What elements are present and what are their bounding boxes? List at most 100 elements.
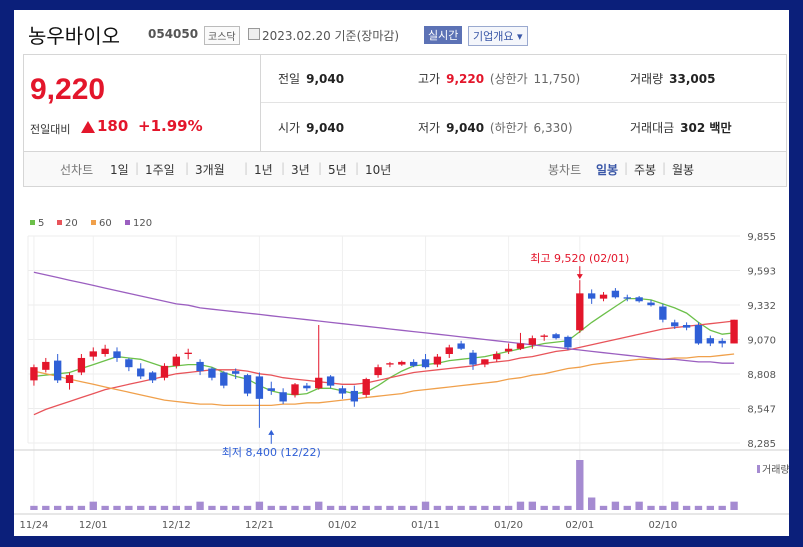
candle-body: [350, 390, 359, 402]
period-1d[interactable]: 1일: [110, 161, 129, 178]
volume-bar: [125, 505, 133, 510]
divider: |: [662, 161, 667, 175]
candle-weekly[interactable]: 주봉: [634, 161, 656, 178]
volume-bar: [682, 505, 691, 510]
row-divider: [261, 102, 786, 103]
candle-body: [113, 351, 121, 358]
open-value: 9,040: [306, 121, 345, 135]
period-1w[interactable]: 1주일: [145, 161, 175, 178]
candle-body: [30, 367, 38, 381]
period-1y[interactable]: 1년: [254, 161, 273, 178]
candle-body: [148, 372, 157, 381]
volume-bar: [137, 505, 145, 510]
candle-body: [718, 340, 726, 344]
high-annotation: 최고 9,520 (02/01): [530, 252, 629, 265]
volume-bar: [552, 505, 560, 510]
candle-chart-label: 봉차트: [548, 163, 582, 177]
candle-body: [623, 297, 631, 299]
volume-bar: [65, 505, 74, 510]
volume-bar: [350, 505, 359, 510]
period-5y[interactable]: 5년: [328, 161, 347, 178]
upper-limit-value: 11,750): [533, 72, 581, 86]
candle-body: [398, 361, 406, 365]
ma-line-5: [33, 297, 735, 396]
volume-bar: [587, 497, 596, 510]
volume-bar: [267, 505, 275, 510]
lower-limit-value: 6,330): [533, 121, 573, 135]
x-tick-label: 12/12: [162, 520, 191, 531]
candle-body: [231, 371, 240, 374]
candle-body: [504, 348, 513, 352]
candle-body: [611, 290, 620, 298]
volume-label: 거래량: [762, 464, 789, 476]
y-tick-label: 9,070: [747, 336, 776, 347]
candle-body: [243, 375, 252, 394]
volume-bar: [706, 505, 715, 510]
price-chart: 5 20 60 120 9,855 9,593 9,332 9,070 8,808 8,547 8,…: [14, 218, 789, 531]
candle-monthly[interactable]: 월봉: [672, 161, 694, 178]
candle-body: [42, 361, 50, 370]
legend-label: 20: [65, 218, 78, 229]
candle-body: [65, 375, 74, 384]
volume-bar: [647, 505, 655, 510]
price-box: 9,220 전일대비 180 +1.99%: [24, 55, 261, 151]
candle-body: [433, 356, 442, 365]
company-overview-dropdown[interactable]: 기업개요 ▾: [468, 26, 528, 46]
candle-body: [315, 377, 323, 389]
candle-body: [516, 343, 525, 349]
volume-bar: [362, 505, 370, 510]
line-chart-label: 선차트: [60, 163, 94, 177]
low-value: 9,040: [446, 121, 485, 135]
volume-bar: [445, 505, 453, 510]
volume-bar: [208, 505, 216, 510]
volume-bar: [576, 460, 584, 510]
volume-bar: [599, 505, 608, 510]
period-bar: 선차트 1일 | 1주일 | 3개월 | 1년 | 3년 | 5년 | 10년 …: [23, 151, 787, 187]
open-price: 시가 9,040: [278, 119, 344, 136]
volume-bar: [53, 505, 62, 510]
quote-summary: 9,220 전일대비 180 +1.99% 전일 9,040 고가 9,220 (상…: [23, 54, 787, 152]
period-3y[interactable]: 3년: [291, 161, 310, 178]
candle-daily[interactable]: 일봉: [596, 161, 618, 178]
candle-body: [208, 368, 216, 378]
volume-bar: [540, 505, 548, 510]
volume-bar: [623, 505, 631, 510]
volume-bar: [160, 505, 169, 510]
period-10y[interactable]: 10년: [365, 161, 391, 178]
candle-body: [528, 338, 537, 345]
volume-bar: [148, 505, 157, 510]
volume-bar: [730, 501, 738, 510]
candle-body: [125, 359, 133, 368]
period-3m[interactable]: 3개월: [195, 161, 225, 178]
candle-body: [53, 360, 62, 381]
candle-body: [279, 392, 287, 402]
x-tick-label: 02/01: [565, 520, 594, 531]
amount-cell: 거래대금 302 백만: [630, 119, 731, 136]
market-badge: 코스닥: [204, 26, 240, 45]
volume-bar: [718, 505, 726, 510]
candle-body: [469, 352, 477, 365]
y-tick-label: 9,593: [747, 267, 776, 278]
ma-line-20: [33, 320, 735, 416]
stock-name: 농우바이오: [28, 24, 120, 48]
candle-body: [338, 388, 347, 394]
volume-bar: [30, 505, 38, 510]
realtime-button[interactable]: 실시간: [424, 26, 463, 44]
legend-label: 120: [133, 218, 152, 229]
stock-panel: 농우바이오 054050 코스닥 2023.02.20 기준(장마감) 실시간 …: [14, 10, 789, 536]
candle-body: [220, 372, 228, 386]
volume-bar: [231, 505, 240, 510]
low-arrow-head: [268, 429, 275, 435]
volume-bar: [493, 505, 501, 510]
volume-bar: [279, 505, 287, 510]
candle-body: [647, 302, 655, 306]
candle-body: [77, 357, 86, 373]
legend-label: 5: [38, 218, 44, 229]
volume-bar: [303, 505, 311, 510]
volume-bar: [243, 505, 252, 510]
high-arrow-head: [576, 274, 583, 280]
volume-bar: [315, 501, 323, 510]
day-high: 고가 9,220 (상한가 11,750): [418, 70, 580, 87]
volume-label: 거래량: [630, 72, 664, 86]
x-tick-label: 01/02: [328, 520, 357, 531]
